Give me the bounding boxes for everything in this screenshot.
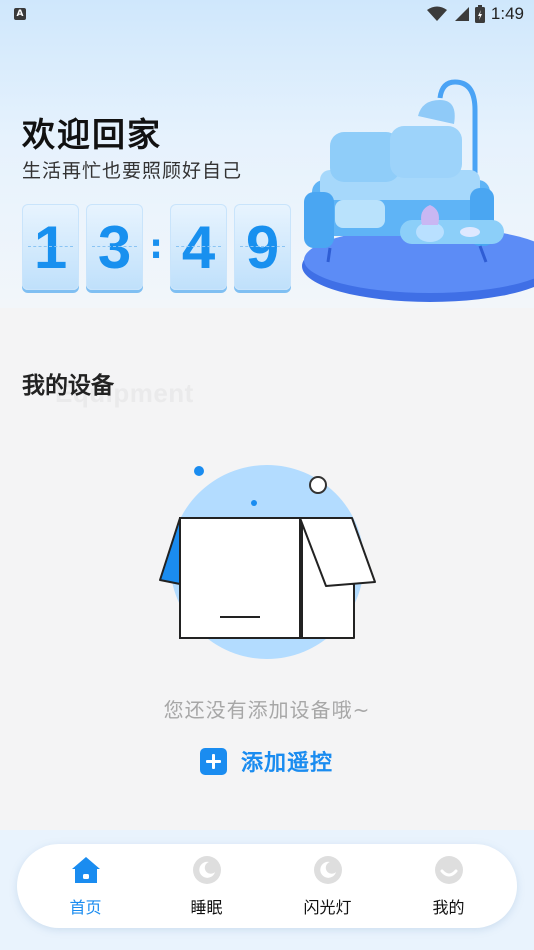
tab-mine[interactable]: 我的 <box>404 854 494 918</box>
add-remote-label: 添加遥控 <box>241 751 334 776</box>
home-icon <box>71 857 100 883</box>
clock-minute-tens: 4 <box>170 204 227 290</box>
moon-icon <box>313 856 342 884</box>
battery-icon <box>474 5 485 23</box>
clock-separator: : <box>149 227 163 267</box>
tab-sleep-label: 睡眠 <box>190 898 223 917</box>
tab-home[interactable]: 首页 <box>41 854 131 918</box>
flip-clock: 1 3 : 4 9 <box>22 204 298 290</box>
welcome-title: 欢迎回家 <box>22 115 162 154</box>
notification-a-icon: A <box>14 8 26 20</box>
empty-box-illustration <box>159 465 376 659</box>
my-devices-title: 我的设备 <box>22 373 114 399</box>
wifi-icon <box>426 6 447 21</box>
signal-icon <box>454 7 469 21</box>
sofa-illustration <box>302 79 534 302</box>
tab-flashlight[interactable]: 闪光灯 <box>283 854 373 918</box>
tab-sleep[interactable]: 睡眠 <box>162 854 252 918</box>
status-bar: A 1:49 <box>0 0 534 28</box>
tab-flashlight-label: 闪光灯 <box>303 898 352 917</box>
status-time: 1:49 <box>490 4 524 23</box>
add-remote-button[interactable]: 添加遥控 <box>200 745 333 777</box>
empty-state-text: 您还没有添加设备哦~ <box>163 698 371 722</box>
plus-icon <box>200 747 227 775</box>
moon-icon <box>192 856 221 884</box>
smile-icon <box>434 856 463 884</box>
bottom-tab-bar: 首页 睡眠 闪光灯 我的 <box>17 844 517 928</box>
tab-home-label: 首页 <box>69 898 102 917</box>
clock-hour-ones: 3 <box>86 204 143 290</box>
welcome-subtitle: 生活再忙也要照顾好自己 <box>22 160 243 182</box>
clock-minute-ones: 9 <box>234 204 291 290</box>
clock-hour-tens: 1 <box>22 204 79 290</box>
tab-mine-label: 我的 <box>432 898 465 917</box>
